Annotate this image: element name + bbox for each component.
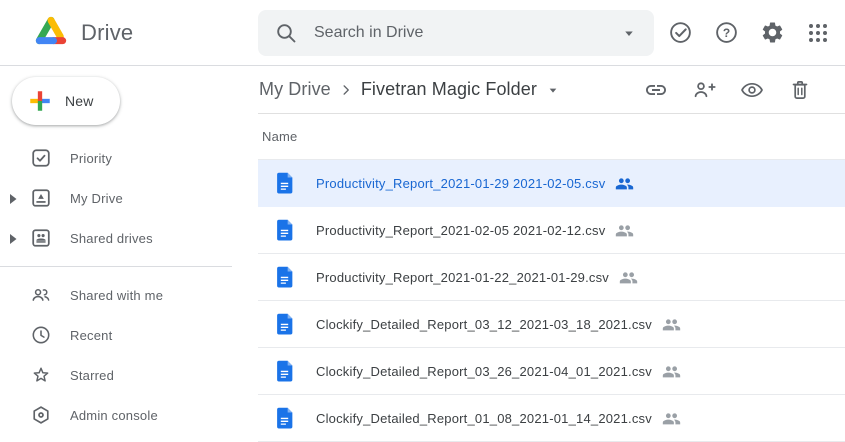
breadcrumb-my-drive[interactable]: My Drive — [259, 79, 331, 100]
sidebar-divider — [0, 266, 232, 267]
file-name: Productivity_Report_2021-01-29 2021-02-0… — [316, 176, 605, 191]
breadcrumb-current-folder[interactable]: Fivetran Magic Folder — [361, 79, 537, 100]
file-name: Clockify_Detailed_Report_01_08_2021-01_1… — [316, 411, 652, 426]
sidebar-item-recent[interactable]: Recent — [0, 315, 258, 355]
expand-arrow-icon[interactable] — [9, 234, 17, 244]
share-person-add-icon[interactable] — [692, 78, 716, 102]
sidebar-item-admin-console[interactable]: Admin console — [0, 395, 258, 435]
new-plus-icon — [27, 88, 53, 114]
recent-clock-icon — [30, 324, 52, 346]
sidebar-item-label: Shared with me — [70, 288, 163, 303]
shared-people-icon — [662, 317, 681, 332]
file-row[interactable]: Clockify_Detailed_Report_03_26_2021-04_0… — [258, 348, 845, 395]
admin-console-icon — [30, 404, 52, 426]
topbar-actions: ? — [667, 20, 845, 46]
shared-people-icon — [662, 364, 681, 379]
drive-home-link[interactable]: Drive — [0, 13, 258, 53]
app-title: Drive — [81, 20, 133, 46]
get-link-icon[interactable] — [644, 78, 668, 102]
file-row[interactable]: Clockify_Detailed_Report_01_08_2021-01_1… — [258, 395, 845, 442]
shared-with-me-icon — [30, 284, 52, 306]
chevron-right-icon — [337, 81, 355, 99]
sidebar-item-label: Shared drives — [70, 231, 153, 246]
search-icon[interactable] — [274, 21, 298, 45]
file-name: Productivity_Report_2021-02-05 2021-02-1… — [316, 223, 605, 238]
sidebar-item-label: Priority — [70, 151, 112, 166]
sidebar-item-label: Admin console — [70, 408, 158, 423]
file-name: Clockify_Detailed_Report_03_12_2021-03_1… — [316, 317, 652, 332]
csv-file-icon — [275, 266, 294, 288]
help-icon[interactable]: ? — [713, 20, 739, 46]
file-row[interactable]: Productivity_Report_2021-02-05 2021-02-1… — [258, 207, 845, 254]
sidebar-item-shared-drives[interactable]: Shared drives — [0, 218, 258, 258]
search-bar[interactable] — [258, 10, 654, 56]
expand-arrow-icon[interactable] — [9, 194, 17, 204]
shared-people-icon — [615, 223, 634, 238]
priority-icon — [30, 147, 52, 169]
google-apps-grid-icon[interactable] — [805, 20, 831, 46]
file-row[interactable]: Productivity_Report_2021-01-29 2021-02-0… — [258, 160, 845, 207]
folder-menu-caret-icon[interactable] — [545, 82, 561, 98]
sidebar: New Priority My Drive — [0, 66, 258, 439]
sidebar-item-my-drive[interactable]: My Drive — [0, 178, 258, 218]
csv-file-icon — [275, 172, 294, 194]
file-name: Productivity_Report_2021-01-22_2021-01-2… — [316, 270, 609, 285]
svg-text:?: ? — [722, 26, 729, 40]
shared-drives-icon — [30, 227, 52, 249]
csv-file-icon — [275, 313, 294, 335]
shared-people-icon — [662, 411, 681, 426]
search-input[interactable] — [314, 24, 620, 42]
sidebar-nav: Priority My Drive — [0, 138, 258, 435]
search-options-caret-icon[interactable] — [620, 24, 638, 42]
file-name: Clockify_Detailed_Report_03_26_2021-04_0… — [316, 364, 652, 379]
star-icon — [30, 364, 52, 386]
file-row[interactable]: Clockify_Detailed_Report_03_12_2021-03_1… — [258, 301, 845, 348]
csv-file-icon — [275, 360, 294, 382]
sidebar-item-shared-with-me[interactable]: Shared with me — [0, 275, 258, 315]
my-drive-icon — [30, 187, 52, 209]
column-header-name[interactable]: Name — [258, 114, 845, 160]
trash-icon[interactable] — [788, 78, 812, 102]
column-header-label: Name — [262, 129, 297, 144]
sidebar-item-priority[interactable]: Priority — [0, 138, 258, 178]
new-button-label: New — [65, 93, 94, 109]
csv-file-icon — [275, 219, 294, 241]
shared-people-icon — [619, 270, 638, 285]
sidebar-item-starred[interactable]: Starred — [0, 355, 258, 395]
sidebar-item-label: Starred — [70, 368, 114, 383]
preview-eye-icon[interactable] — [740, 78, 764, 102]
file-list: Productivity_Report_2021-01-29 2021-02-0… — [258, 160, 845, 442]
top-bar: Drive ? — [0, 0, 845, 66]
sidebar-item-label: My Drive — [70, 191, 123, 206]
drive-logo-icon — [31, 13, 71, 53]
file-row[interactable]: Productivity_Report_2021-01-22_2021-01-2… — [258, 254, 845, 301]
breadcrumb: My Drive Fivetran Magic Folder — [258, 66, 845, 114]
offline-status-icon[interactable] — [667, 20, 693, 46]
shared-people-icon — [615, 176, 634, 191]
main-content: My Drive Fivetran Magic Folder — [258, 66, 845, 439]
new-button[interactable]: New — [12, 77, 120, 125]
folder-toolbar — [644, 78, 845, 102]
csv-file-icon — [275, 407, 294, 429]
sidebar-item-label: Recent — [70, 328, 112, 343]
settings-gear-icon[interactable] — [759, 20, 785, 46]
